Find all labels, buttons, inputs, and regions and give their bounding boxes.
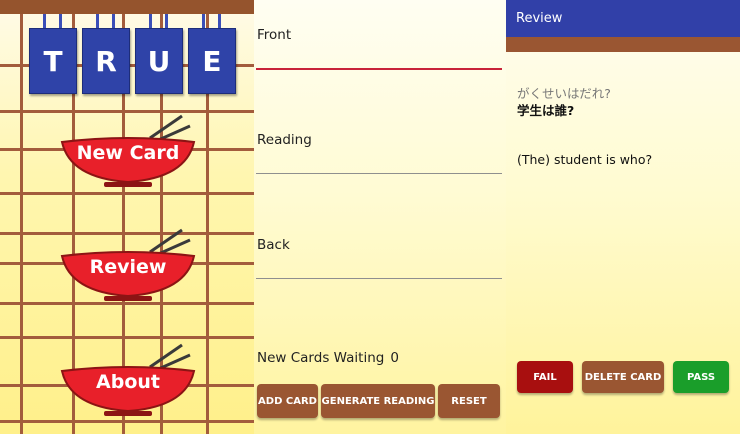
logo-tile-r: R	[82, 28, 130, 94]
top-wood-strip	[0, 0, 254, 14]
waiting-count: 0	[390, 350, 399, 366]
review-app-bar: Review	[506, 0, 740, 37]
back-label: Back	[257, 237, 290, 253]
waiting-label: New Cards Waiting	[257, 350, 385, 366]
grid-line	[20, 14, 23, 434]
review-screen: Review がくせいはだれ? 学生は誰? (The) student is w…	[506, 0, 740, 434]
logo-tile-e: E	[188, 28, 236, 94]
grid-line	[0, 336, 254, 339]
add-card-screen: Front Reading Back New Cards Waiting 0 AD…	[254, 0, 506, 434]
front-input[interactable]	[256, 68, 502, 70]
main-menu-screen: T R U E New Card Review About	[0, 0, 254, 434]
fail-button[interactable]: FAIL	[517, 361, 573, 393]
reset-button[interactable]: RESET	[438, 384, 500, 418]
new-card-button[interactable]: New Card	[58, 112, 198, 187]
new-card-label: New Card	[76, 142, 180, 164]
front-label: Front	[257, 27, 292, 43]
about-label: About	[96, 371, 160, 393]
review-button[interactable]: Review	[58, 226, 198, 301]
card-meaning: (The) student is who?	[517, 152, 653, 167]
card-front: 学生は誰?	[517, 103, 575, 118]
logo-tile-u: U	[135, 28, 183, 94]
delete-card-button[interactable]: DELETE CARD	[582, 361, 664, 393]
pass-button[interactable]: PASS	[673, 361, 729, 393]
back-input[interactable]	[256, 278, 502, 279]
logo-tile-t: T	[29, 28, 77, 94]
add-card-button[interactable]: ADD CARD	[257, 384, 318, 418]
about-button[interactable]: About	[58, 341, 198, 416]
review-label: Review	[89, 256, 167, 278]
reading-input[interactable]	[256, 173, 502, 174]
generate-reading-button[interactable]: GENERATE READING	[321, 384, 435, 418]
wood-strip	[506, 37, 740, 52]
reading-label: Reading	[257, 132, 312, 148]
page-title: Review	[516, 11, 563, 26]
grid-line	[0, 192, 254, 195]
new-cards-waiting: New Cards Waiting 0	[257, 350, 399, 366]
